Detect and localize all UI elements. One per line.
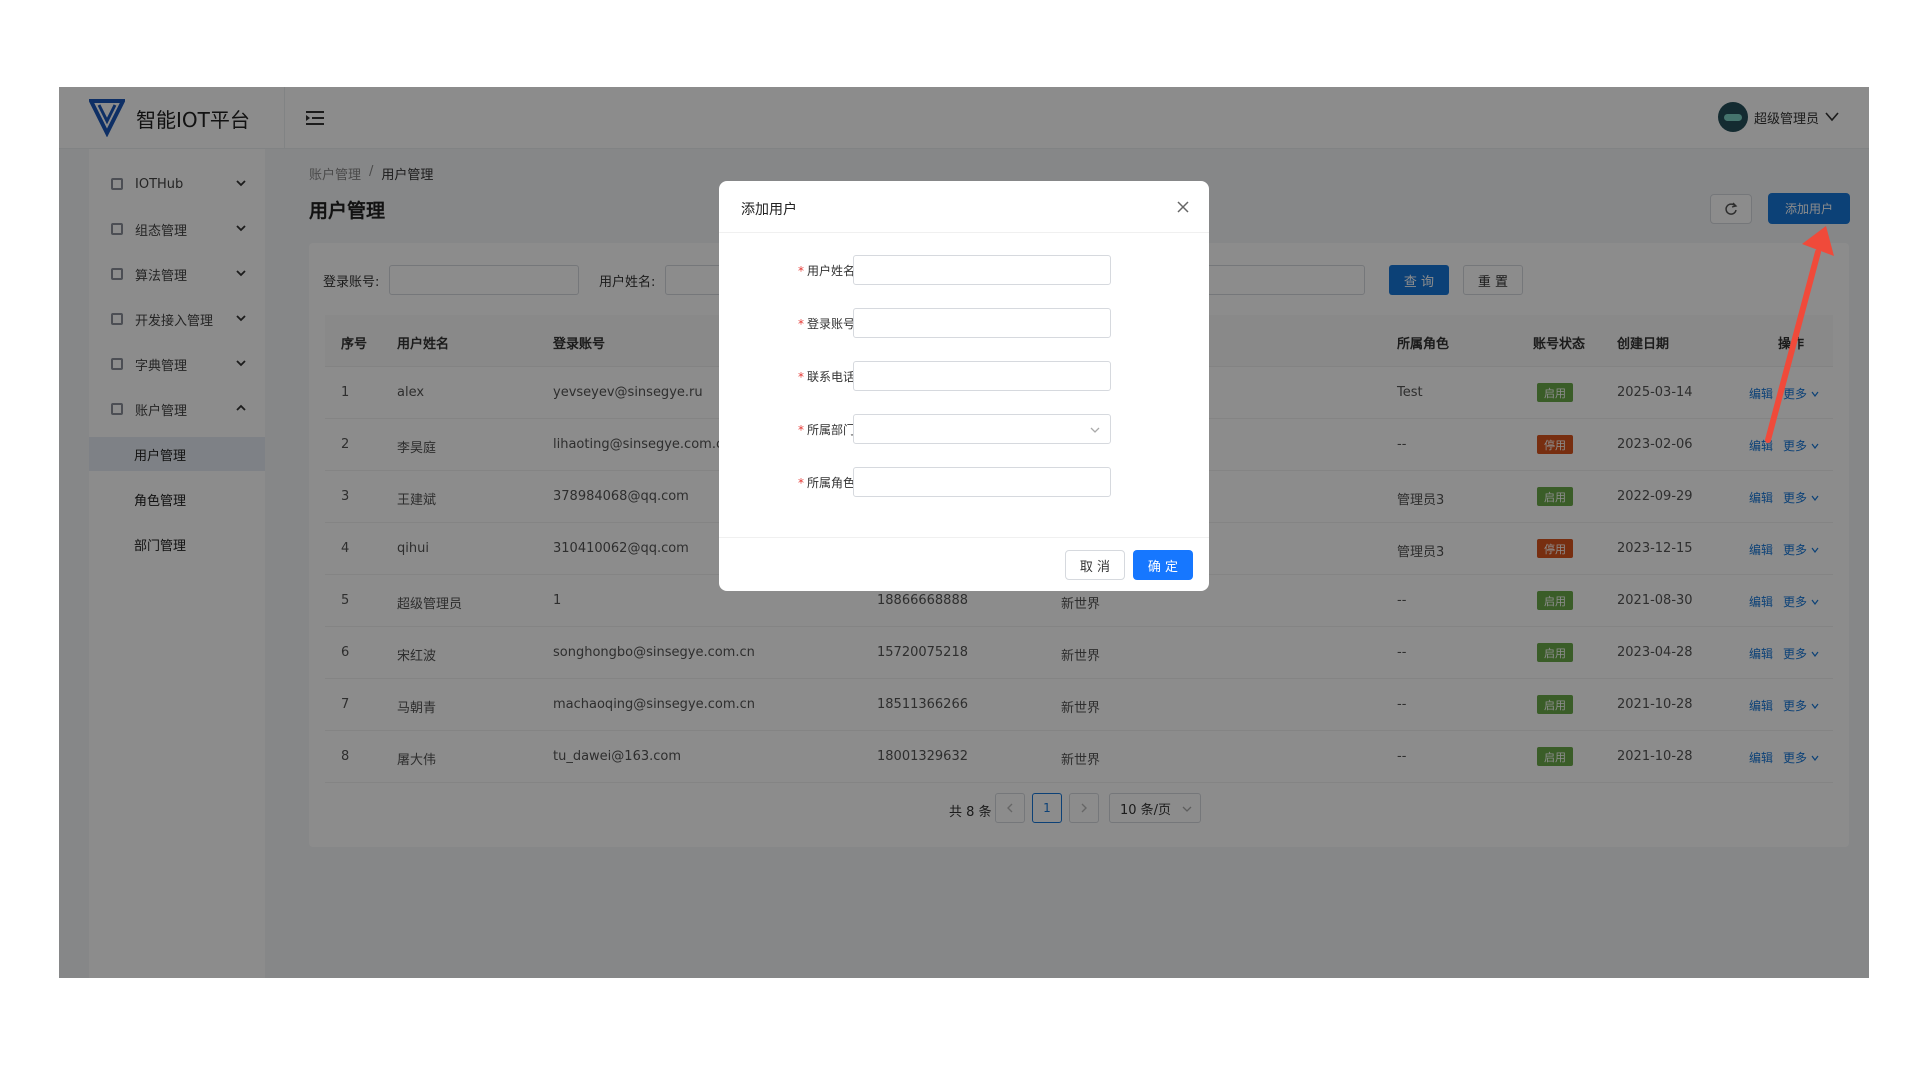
field-label-phone: * 联系电话: (797, 370, 859, 384)
app-window: 智能IOT平台 超级管理员 IOTHub 组态管理 算法管理 开发接入管理 字典… (59, 87, 1869, 978)
field-label-dept: * 所属部门: (797, 423, 859, 437)
field-label-role: * 所属角色: (797, 476, 859, 490)
field-label-name: * 用户姓名: (797, 264, 859, 278)
dialog-footer: 取 消 确 定 (719, 537, 1209, 591)
user-name-input[interactable] (853, 255, 1111, 285)
phone-input[interactable] (853, 361, 1111, 391)
dialog-header: 添加用户 (719, 181, 1209, 233)
confirm-button[interactable]: 确 定 (1133, 550, 1193, 580)
login-account-input[interactable] (853, 308, 1111, 338)
field-label-login: * 登录账号: (797, 317, 859, 331)
department-select[interactable] (853, 414, 1111, 444)
close-icon[interactable] (1175, 199, 1191, 215)
add-user-dialog: 添加用户 * 用户姓名: * 登录账号: * 联系电话: * 所属部门: * 所属角色: … (719, 181, 1209, 591)
role-input[interactable] (853, 467, 1111, 497)
chevron-down-icon (1090, 427, 1100, 433)
dialog-title: 添加用户 (741, 202, 797, 218)
cancel-button[interactable]: 取 消 (1065, 550, 1125, 580)
